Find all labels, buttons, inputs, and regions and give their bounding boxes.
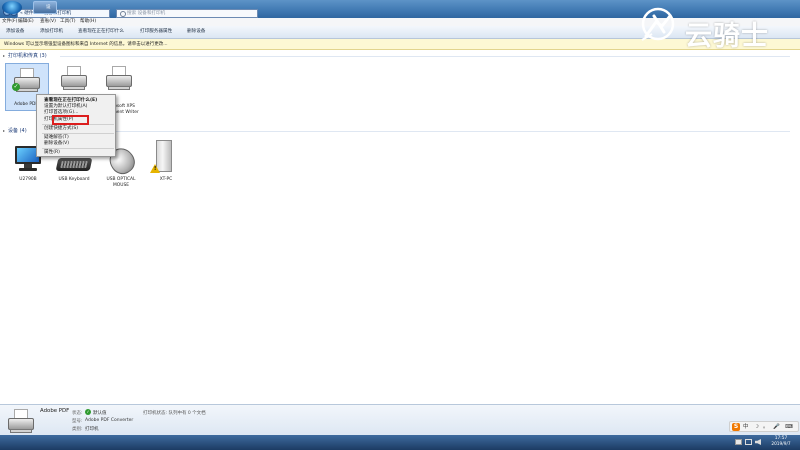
volume-icon[interactable] <box>755 439 761 445</box>
group-divider <box>60 56 790 57</box>
highlight-box <box>52 115 89 125</box>
start-button[interactable] <box>2 1 22 14</box>
sogou-s-icon[interactable]: S <box>732 423 740 431</box>
device-label: XT-PC <box>159 177 173 182</box>
microphone-icon[interactable]: 🎤 <box>773 423 780 431</box>
menu-tools[interactable]: 工具(T) <box>60 18 76 26</box>
collapse-arrow-icon[interactable]: ▸ <box>3 128 5 133</box>
details-status-label: 状态: <box>72 411 83 416</box>
menu-help[interactable]: 帮助(H) <box>80 18 96 26</box>
details-device-name: Adobe PDF <box>40 408 70 414</box>
warning-icon: ! <box>150 164 160 173</box>
details-model-label: 型号: <box>72 419 83 424</box>
taskbar-item-label: 设备... <box>46 5 55 21</box>
menu-item-properties[interactable]: 属性(R) <box>44 150 60 156</box>
print-server-properties-button[interactable]: 打印服务器属性 <box>140 26 172 38</box>
printer-icon: ✓ <box>12 68 42 94</box>
details-status-value: 默认值 <box>93 411 107 416</box>
watermark-text: 云骑士 <box>685 21 769 52</box>
details-printer-status: 打印机状态: 队列中有 0 个文档 <box>143 411 206 416</box>
ime-mode[interactable]: 中 <box>743 423 748 431</box>
menu-file[interactable]: 文件(F) <box>2 18 17 26</box>
remove-device-button[interactable]: 删除设备 <box>187 26 205 38</box>
menu-separator <box>42 133 114 134</box>
search-placeholder: 搜索 设备和打印机 <box>127 11 166 16</box>
computer-icon: ! <box>150 140 174 174</box>
see-whats-printing-button[interactable]: 查看现在正在打印什么 <box>78 26 124 38</box>
device-label: USB Keyboard <box>58 177 90 182</box>
action-center-icon[interactable] <box>735 439 742 445</box>
details-category-label: 类别: <box>72 427 83 432</box>
default-check-icon: ✓ <box>85 409 91 415</box>
add-printer-button[interactable]: 添加打印机 <box>40 26 63 38</box>
device-item-computer[interactable]: ! XT-PC <box>146 140 186 186</box>
devices-group-header[interactable]: 设备 (4) <box>8 127 27 134</box>
punctuation-icon[interactable]: 。 <box>763 423 768 431</box>
printers-group-header[interactable]: 打印机和传真 (3) <box>8 52 47 59</box>
default-check-icon: ✓ <box>12 83 20 91</box>
ime-toolbar[interactable]: S 中 ☽ 。 🎤 ⌨ <box>729 421 799 432</box>
network-icon[interactable] <box>745 439 752 445</box>
taskbar-item-devices[interactable]: 设备... <box>33 1 57 21</box>
menu-separator <box>42 148 114 149</box>
menu-item-create-shortcut[interactable]: 创建快捷方式(S) <box>44 126 78 132</box>
details-category-value: 打印机 <box>85 427 99 432</box>
device-label: USB OPTICAL MOUSE <box>106 177 136 188</box>
group-divider <box>36 131 790 132</box>
clock-date: 2019/9/7 <box>771 442 791 447</box>
device-label: U2790B <box>19 177 37 182</box>
context-menu: 查看现在正在打印什么(E) 设置为默认打印机(A) 打印首选项(G)... 打印… <box>36 94 116 157</box>
add-device-button[interactable]: 添加设备 <box>6 26 24 38</box>
search-icon <box>120 11 126 17</box>
keyboard-icon[interactable]: ⌨ <box>785 423 793 431</box>
printer-icon <box>6 409 36 435</box>
taskbar <box>0 435 800 450</box>
knight-logo-icon <box>641 7 675 41</box>
details-pane: Adobe PDF 状态: ✓ 默认值 打印机状态: 队列中有 0 个文档 型号… <box>0 404 800 436</box>
collapse-arrow-icon[interactable]: ▸ <box>3 53 5 58</box>
moon-icon[interactable]: ☽ <box>754 423 759 431</box>
clock[interactable]: 17:57 2019/9/7 <box>764 436 798 450</box>
menu-item-remove-device[interactable]: 删除设备(V) <box>44 141 69 147</box>
details-model-value: Adobe PDF Converter <box>85 418 134 423</box>
search-input[interactable]: 搜索 设备和打印机 <box>116 9 258 18</box>
printer-icon <box>59 66 89 92</box>
address-bar[interactable]: « 硬件... » 设备和打印机 <box>17 9 110 18</box>
menu-edit[interactable]: 编辑(E) <box>18 18 34 26</box>
printer-icon <box>104 66 134 92</box>
